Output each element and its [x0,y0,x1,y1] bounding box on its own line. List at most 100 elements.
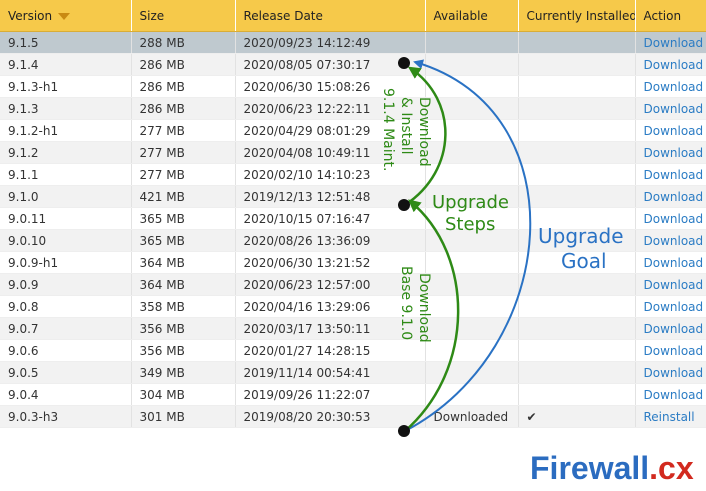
release-date-cell: 2020/09/23 14:12:49 [235,31,426,54]
column-header-release-date[interactable]: Release Date [235,0,426,32]
column-header-size[interactable]: Size [131,0,236,32]
installed-cell [518,53,636,76]
column-header-version[interactable]: Version [0,0,132,32]
version-cell: 9.1.5 [0,31,132,54]
available-cell [425,163,519,186]
download-link[interactable]: Download [635,53,706,76]
download-link[interactable]: Download [635,273,706,296]
table-row[interactable]: 9.1.5 288 MB 2020/09/23 14:12:49 Downloa… [0,31,706,54]
version-cell: 9.1.2-h1 [0,119,132,142]
column-header-action[interactable]: Action [635,0,706,32]
installed-cell [518,317,636,340]
available-cell [425,185,519,208]
size-cell: 277 MB [131,141,236,164]
table-row[interactable]: 9.1.0 421 MB 2019/12/13 12:51:48 Downloa… [0,185,706,208]
release-date-cell: 2020/06/23 12:57:00 [235,273,426,296]
table-row[interactable]: 9.1.4 286 MB 2020/08/05 07:30:17 Downloa… [0,53,706,76]
release-date-cell: 2020/02/10 14:10:23 [235,163,426,186]
download-link[interactable]: Download [635,361,706,384]
size-cell: 286 MB [131,75,236,98]
reinstall-link[interactable]: Reinstall [635,405,706,428]
version-cell: 9.1.3 [0,97,132,120]
table-row[interactable]: 9.0.7 356 MB 2020/03/17 13:50:11 Downloa… [0,317,706,340]
size-cell: 364 MB [131,251,236,274]
download-link[interactable]: Download [635,251,706,274]
download-link[interactable]: Download [635,185,706,208]
column-header-version-label: Version [8,8,53,23]
size-cell: 304 MB [131,383,236,406]
release-date-cell: 2020/06/30 15:08:26 [235,75,426,98]
version-cell: 9.0.9-h1 [0,251,132,274]
available-cell [425,207,519,230]
version-cell: 9.1.2 [0,141,132,164]
version-cell: 9.0.10 [0,229,132,252]
table-row[interactable]: 9.0.10 365 MB 2020/08/26 13:36:09 Downlo… [0,229,706,252]
download-link[interactable]: Download [635,119,706,142]
table-row[interactable]: 9.0.9 364 MB 2020/06/23 12:57:00 Downloa… [0,273,706,296]
installed-cell [518,185,636,208]
available-cell [425,383,519,406]
release-date-cell: 2020/06/30 13:21:52 [235,251,426,274]
version-cell: 9.0.8 [0,295,132,318]
table-row[interactable]: 9.1.1 277 MB 2020/02/10 14:10:23 Downloa… [0,163,706,186]
table-row[interactable]: 9.0.9-h1 364 MB 2020/06/30 13:21:52 Down… [0,251,706,274]
column-header-currently-installed[interactable]: Currently Installed [518,0,636,32]
size-cell: 286 MB [131,97,236,120]
download-link[interactable]: Download [635,383,706,406]
table-row[interactable]: 9.0.3-h3 301 MB 2019/08/20 20:30:53 Down… [0,405,706,428]
installed-cell [518,75,636,98]
available-cell [425,361,519,384]
release-date-cell: 2019/11/14 00:54:41 [235,361,426,384]
version-cell: 9.0.9 [0,273,132,296]
installed-cell [518,273,636,296]
release-date-cell: 2020/08/26 13:36:09 [235,229,426,252]
release-date-cell: 2020/01/27 14:28:15 [235,339,426,362]
firewall-cx-logo: Firewall.cx [530,448,706,488]
download-link[interactable]: Download [635,31,706,54]
installed-cell [518,119,636,142]
available-cell [425,339,519,362]
version-cell: 9.0.3-h3 [0,405,132,428]
release-date-cell: 2019/12/13 12:51:48 [235,185,426,208]
download-link[interactable]: Download [635,141,706,164]
release-date-cell: 2020/04/08 10:49:11 [235,141,426,164]
installed-cell [518,163,636,186]
release-date-cell: 2019/08/20 20:30:53 [235,405,426,428]
size-cell: 288 MB [131,31,236,54]
table-row[interactable]: 9.1.2-h1 277 MB 2020/04/29 08:01:29 Down… [0,119,706,142]
size-cell: 421 MB [131,185,236,208]
size-cell: 365 MB [131,229,236,252]
table-row[interactable]: 9.1.3 286 MB 2020/06/23 12:22:11 Downloa… [0,97,706,120]
release-date-cell: 2020/08/05 07:30:17 [235,53,426,76]
download-link[interactable]: Download [635,339,706,362]
size-cell: 356 MB [131,317,236,340]
available-cell [425,75,519,98]
size-cell: 277 MB [131,163,236,186]
table-row[interactable]: 9.0.4 304 MB 2019/09/26 11:22:07 Downloa… [0,383,706,406]
size-cell: 277 MB [131,119,236,142]
table-row[interactable]: 9.0.11 365 MB 2020/10/15 07:16:47 Downlo… [0,207,706,230]
size-cell: 349 MB [131,361,236,384]
size-cell: 365 MB [131,207,236,230]
download-link[interactable]: Download [635,229,706,252]
release-date-cell: 2020/03/17 13:50:11 [235,317,426,340]
installed-cell [518,339,636,362]
table-row[interactable]: 9.0.6 356 MB 2020/01/27 14:28:15 Downloa… [0,339,706,362]
column-header-available[interactable]: Available [425,0,519,32]
download-link[interactable]: Download [635,317,706,340]
download-link[interactable]: Download [635,163,706,186]
download-link[interactable]: Download [635,97,706,120]
table-row[interactable]: 9.0.8 358 MB 2020/04/16 13:29:06 Downloa… [0,295,706,318]
version-cell: 9.1.3-h1 [0,75,132,98]
available-cell [425,97,519,120]
download-link[interactable]: Download [635,75,706,98]
version-cell: 9.0.7 [0,317,132,340]
download-link[interactable]: Download [635,295,706,318]
download-link[interactable]: Download [635,207,706,230]
available-cell [425,119,519,142]
installed-cell [518,251,636,274]
table-row[interactable]: 9.1.3-h1 286 MB 2020/06/30 15:08:26 Down… [0,75,706,98]
release-date-cell: 2020/04/16 13:29:06 [235,295,426,318]
table-row[interactable]: 9.1.2 277 MB 2020/04/08 10:49:11 Downloa… [0,141,706,164]
table-row[interactable]: 9.0.5 349 MB 2019/11/14 00:54:41 Downloa… [0,361,706,384]
